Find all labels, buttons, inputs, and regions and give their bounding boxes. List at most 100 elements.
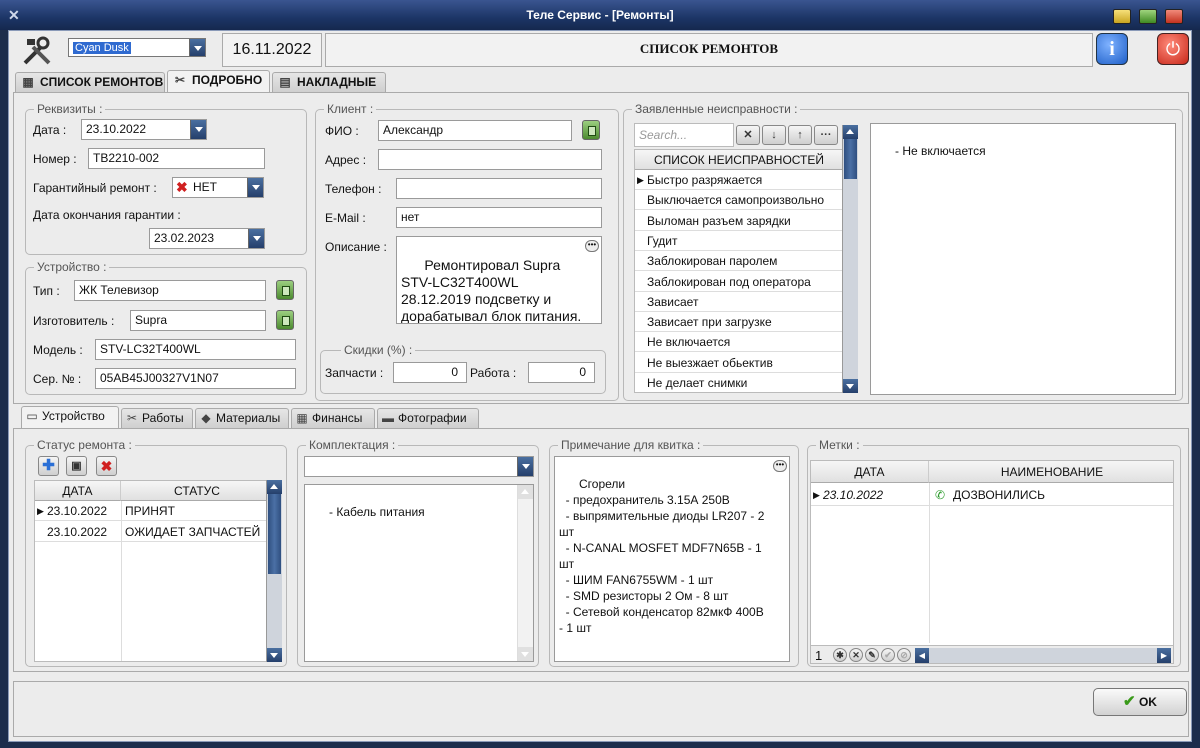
fault-label: Гудит bbox=[647, 233, 678, 248]
tab-device[interactable]: ▭ Устройство bbox=[21, 406, 119, 428]
fault-list-scrollbar[interactable] bbox=[842, 125, 858, 393]
type-lookup-button[interactable] bbox=[276, 280, 294, 300]
list-item[interactable]: Зависает bbox=[635, 292, 843, 312]
warranty-select[interactable]: ✖ НЕТ bbox=[172, 177, 264, 198]
delete-status-button[interactable]: ✖ bbox=[96, 456, 117, 476]
move-up-button[interactable]: ↑ bbox=[788, 125, 812, 145]
list-item[interactable]: Гудит bbox=[635, 231, 843, 251]
model-field[interactable]: STV-LC32T400WL bbox=[95, 339, 296, 360]
warranty-end-field[interactable]: 23.02.2023 bbox=[149, 228, 265, 249]
work-discount-field[interactable]: 0 bbox=[528, 362, 595, 383]
fault-label: Выломан разъем зарядки bbox=[647, 213, 791, 228]
info-button[interactable]: i bbox=[1096, 33, 1128, 65]
kit-title: Комплектация : bbox=[306, 438, 399, 452]
scroll-up-icon[interactable] bbox=[843, 125, 858, 139]
name-field[interactable]: Александр bbox=[378, 120, 572, 141]
chevron-down-icon[interactable] bbox=[247, 178, 263, 197]
tab-label: НАКЛАДНЫЕ bbox=[297, 75, 377, 89]
fault-search-input[interactable]: Search... bbox=[634, 123, 734, 147]
tab-invoices[interactable]: ▤ НАКЛАДНЫЕ bbox=[272, 72, 386, 92]
scroll-right-icon[interactable]: ▶ bbox=[1157, 648, 1171, 663]
fault-list-header-label: СПИСОК НЕИСПРАВНОСТЕЙ bbox=[654, 153, 824, 167]
chevron-down-icon[interactable] bbox=[517, 457, 533, 476]
fault-label: Не делает снимки bbox=[647, 376, 748, 390]
maker-lookup-button[interactable] bbox=[276, 310, 294, 330]
kit-select[interactable] bbox=[304, 456, 534, 477]
table-row[interactable]: ▶ 23.10.2022 ПРИНЯТ bbox=[35, 501, 271, 521]
tab-finances[interactable]: ▦ Финансы bbox=[291, 408, 375, 428]
table-row[interactable]: 23.10.2022 ОЖИДАЕТ ЗАПЧАСТЕЙ bbox=[35, 522, 271, 542]
list-item[interactable]: Не выезжает обьектив bbox=[635, 353, 843, 373]
kit-list[interactable]: - Кабель питания bbox=[304, 484, 534, 662]
fault-label: Заблокирован под оператора bbox=[647, 274, 811, 289]
list-item[interactable]: Не включается bbox=[635, 332, 843, 353]
kit-scrollbar[interactable] bbox=[517, 485, 533, 661]
add-status-button[interactable]: ✚ bbox=[38, 456, 59, 476]
description-field[interactable]: Ремонтировал Supra STV-LC32T400WL 28.12.… bbox=[396, 236, 602, 324]
maker-field[interactable]: Supra bbox=[130, 310, 266, 331]
scroll-up-icon[interactable] bbox=[267, 480, 282, 494]
scroll-thumb[interactable] bbox=[844, 139, 857, 179]
scroll-down-icon[interactable] bbox=[267, 648, 282, 662]
scroll-thumb[interactable] bbox=[268, 494, 281, 574]
status-value: ОЖИДАЕТ ЗАПЧАСТЕЙ bbox=[125, 525, 261, 539]
client-lookup-button[interactable] bbox=[582, 120, 600, 140]
serial-value: 05AB45J00327V1N07 bbox=[100, 371, 219, 385]
status-scrollbar[interactable] bbox=[266, 480, 282, 662]
chevron-down-icon[interactable] bbox=[190, 120, 206, 139]
nav-delete-icon[interactable]: ✕ bbox=[849, 648, 863, 662]
status-group: Статус ремонта : ✚ ▣ ✖ ДАТА СТАТУС ▶ 23.… bbox=[25, 438, 287, 667]
scroll-up-icon[interactable] bbox=[518, 485, 533, 499]
number-field[interactable]: ТВ2210-002 bbox=[88, 148, 265, 169]
ok-button[interactable]: ✔ OK bbox=[1093, 688, 1187, 716]
list-item[interactable]: Выключается самопроизвольно bbox=[635, 190, 843, 211]
minimize-button[interactable] bbox=[1113, 9, 1131, 24]
phone-field[interactable] bbox=[396, 178, 602, 199]
date-field[interactable]: 23.10.2022 bbox=[81, 119, 207, 140]
address-field[interactable] bbox=[378, 149, 602, 170]
note-field[interactable]: Сгорели - предохранитель 3.15А 250В - вы… bbox=[554, 456, 790, 662]
serial-field[interactable]: 05AB45J00327V1N07 bbox=[95, 368, 296, 389]
nav-post-icon[interactable]: ✔ bbox=[881, 648, 895, 662]
nav-add-icon[interactable]: ✱ bbox=[833, 648, 847, 662]
nav-edit-icon[interactable]: ✎ bbox=[865, 648, 879, 662]
table-row[interactable]: ▶ 23.10.2022 ✆ ДОЗВОНИЛИСЬ bbox=[811, 484, 1173, 506]
chevron-down-icon[interactable] bbox=[248, 229, 264, 248]
scroll-left-icon[interactable]: ◀ bbox=[915, 648, 929, 663]
tab-works[interactable]: ✂ Работы bbox=[121, 408, 193, 428]
more-options-button[interactable]: ··· bbox=[814, 125, 838, 145]
type-field[interactable]: ЖК Телевизор bbox=[74, 280, 266, 301]
scroll-down-icon[interactable] bbox=[518, 647, 533, 661]
theme-select[interactable]: Cyan Dusk bbox=[68, 38, 206, 57]
scroll-down-icon[interactable] bbox=[843, 379, 858, 393]
horizontal-scrollbar[interactable]: ◀ ▶ bbox=[915, 648, 1171, 663]
tab-materials[interactable]: ◆ Материалы bbox=[195, 408, 289, 428]
save-icon[interactable]: ▣ bbox=[66, 456, 87, 476]
nav-cancel-icon[interactable]: ⊘ bbox=[897, 648, 911, 662]
tab-details[interactable]: ✂ ПОДРОБНО bbox=[167, 70, 270, 92]
maximize-button[interactable] bbox=[1139, 9, 1157, 24]
serial-label: Сер. № : bbox=[33, 372, 82, 386]
list-item[interactable]: Выломан разъем зарядки bbox=[635, 211, 843, 231]
tab-repairs-list[interactable]: ▦ СПИСОК РЕМОНТОВ bbox=[15, 72, 165, 92]
list-item[interactable]: Зависает при загрузке bbox=[635, 312, 843, 333]
more-icon[interactable]: ••• bbox=[773, 460, 787, 472]
chevron-down-icon[interactable] bbox=[189, 39, 205, 56]
name-label: ФИО : bbox=[325, 124, 359, 138]
move-down-button[interactable]: ↓ bbox=[762, 125, 786, 145]
list-item[interactable]: ▶ Быстро разряжается bbox=[635, 170, 843, 190]
clear-search-button[interactable]: ✕ bbox=[736, 125, 760, 145]
close-window-button[interactable] bbox=[1165, 9, 1183, 24]
parts-discount-field[interactable]: 0 bbox=[393, 362, 467, 383]
phone-label: Телефон : bbox=[325, 182, 382, 196]
maker-value: Supra bbox=[135, 313, 168, 327]
list-item[interactable]: Заблокирован под оператора bbox=[635, 272, 843, 292]
email-field[interactable]: нет bbox=[396, 207, 602, 228]
list-item[interactable]: Заблокирован паролем bbox=[635, 251, 843, 272]
more-icon[interactable]: ••• bbox=[585, 240, 599, 252]
tab-photos[interactable]: ▬ Фотографии bbox=[377, 408, 479, 428]
selected-faults-field[interactable]: - Не включается bbox=[870, 123, 1176, 395]
list-item[interactable]: Не делает снимки bbox=[635, 373, 843, 392]
power-button[interactable]: ⏻ bbox=[1157, 33, 1189, 65]
device-title: Устройство : bbox=[34, 260, 110, 274]
